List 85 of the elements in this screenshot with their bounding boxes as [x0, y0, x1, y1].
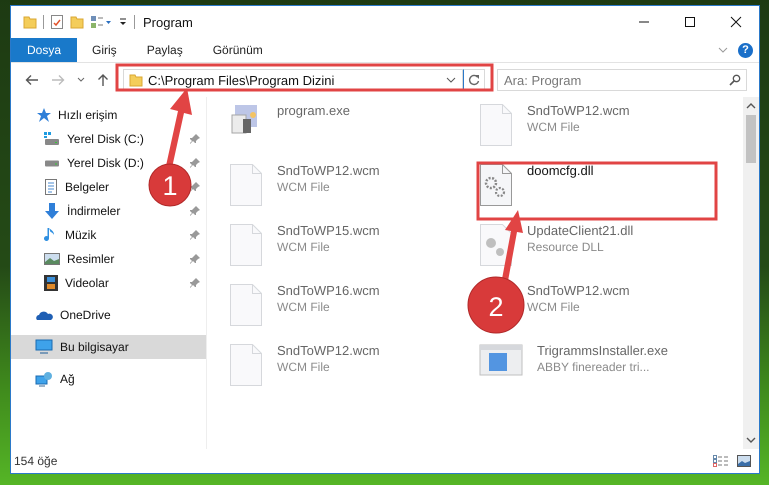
pin-icon[interactable]: [190, 206, 200, 216]
pin-icon[interactable]: [190, 134, 200, 144]
drive-icon: [44, 132, 60, 146]
pin-icon[interactable]: [190, 158, 200, 168]
pin-icon[interactable]: [190, 254, 200, 264]
installer-icon[interactable]: [479, 343, 523, 377]
film-icon: [44, 275, 58, 291]
folder-icon: [129, 73, 143, 87]
help-button[interactable]: ?: [738, 42, 753, 58]
file-name: SndToWP16.wcm: [277, 283, 380, 298]
step-number: 1: [162, 171, 178, 201]
scrollbar-thumb[interactable]: [746, 115, 756, 163]
nav-item[interactable]: Müzik: [37, 223, 100, 247]
expand-ribbon-icon[interactable]: [718, 47, 728, 53]
network-icon: [35, 371, 53, 387]
search-icon[interactable]: [729, 74, 741, 86]
details-view-icon[interactable]: [713, 455, 729, 467]
dropdown-icon[interactable]: [446, 77, 456, 83]
maximize-icon[interactable]: [684, 16, 696, 28]
checklist-icon[interactable]: [50, 14, 64, 30]
back-icon[interactable]: [25, 74, 39, 86]
close-icon[interactable]: [730, 16, 742, 28]
view-list-icon[interactable]: [90, 15, 112, 29]
file-name: SndToWP12.wcm: [527, 103, 630, 118]
document-icon: [44, 179, 58, 195]
ribbon-tab[interactable]: Görünüm: [198, 38, 278, 62]
file-type: Resource DLL: [527, 240, 605, 254]
step-number: 2: [488, 292, 504, 322]
drive-icon: [44, 160, 60, 166]
file-type: WCM File: [277, 180, 331, 194]
monitor-icon: [35, 339, 53, 355]
file-name: SndToWP12.wcm: [277, 343, 380, 358]
refresh-icon[interactable]: [468, 74, 480, 86]
address-field[interactable]: C:\Program Files\Program Dizini: [123, 69, 463, 91]
ribbon-tab[interactable]: Paylaş: [132, 38, 198, 62]
file-type: WCM File: [277, 360, 331, 374]
nav-item[interactable]: İndirmeler: [37, 199, 124, 223]
image-icon: [44, 252, 60, 266]
file-name: SndToWP15.wcm: [277, 223, 380, 238]
scroll-down-icon[interactable]: [746, 437, 756, 443]
nav-item[interactable]: OneDrive: [11, 303, 206, 327]
scroll-up-icon[interactable]: [746, 103, 756, 109]
customize-icon[interactable]: [118, 17, 128, 27]
step-circle: [468, 276, 524, 334]
nav-item[interactable]: Resimler: [37, 247, 118, 271]
nav-item[interactable]: Yerel Disk (C:): [37, 127, 148, 151]
refresh-button[interactable]: [463, 69, 485, 91]
callout-arrow: [502, 210, 523, 281]
nav-item[interactable]: Hızlı erişim: [11, 103, 206, 127]
nav-item[interactable]: Ağ: [11, 367, 206, 391]
new-folder-icon[interactable]: [70, 15, 84, 29]
file-name: doomcfg.dll: [527, 163, 594, 178]
recent-dropdown-icon[interactable]: [77, 77, 85, 83]
star-icon: [35, 107, 51, 123]
file-type: WCM File: [527, 300, 581, 314]
ribbon-tab[interactable]: Giriş: [77, 38, 132, 62]
file-type: WCM File: [527, 120, 581, 134]
file-name: TrigrammsInstaller.exe: [537, 343, 668, 358]
thumbnail-view-icon[interactable]: [737, 455, 751, 467]
download-arrow-icon: [44, 203, 60, 219]
file-type: WCM File: [277, 240, 331, 254]
file-name: SndToWP12.wcm: [277, 163, 380, 178]
file-name: SndToWP12.wcm: [527, 283, 630, 298]
up-icon[interactable]: [97, 73, 109, 87]
step-circle: [148, 164, 192, 206]
ribbon-tab[interactable]: Dosya: [11, 38, 78, 62]
file-type: ABBY finereader tri...: [537, 360, 650, 374]
pin-icon[interactable]: [190, 230, 200, 240]
nav-item[interactable]: Videolar: [37, 271, 113, 295]
gear-file-icon[interactable]: [479, 163, 513, 207]
pin-icon[interactable]: [190, 182, 200, 192]
nav-item[interactable]: Bu bilgisayar: [11, 335, 206, 359]
scrollbar[interactable]: [743, 97, 759, 449]
pin-icon[interactable]: [190, 278, 200, 288]
address-path: C:\Program Files\Program Dizini: [148, 72, 336, 88]
search-field[interactable]: Ara: Program: [497, 69, 747, 91]
file-name: program.exe: [277, 103, 350, 118]
minimize-icon[interactable]: [638, 21, 650, 23]
folder-icon[interactable]: [23, 15, 37, 29]
file-name: UpdateClient21.dll: [527, 223, 634, 238]
nav-item[interactable]: Yerel Disk (D:): [37, 151, 148, 175]
window-title: Program: [143, 14, 193, 30]
item-count: 154 öğe: [14, 454, 58, 468]
nav-item[interactable]: Belgeler: [37, 175, 114, 199]
file-type: WCM File: [277, 300, 331, 314]
